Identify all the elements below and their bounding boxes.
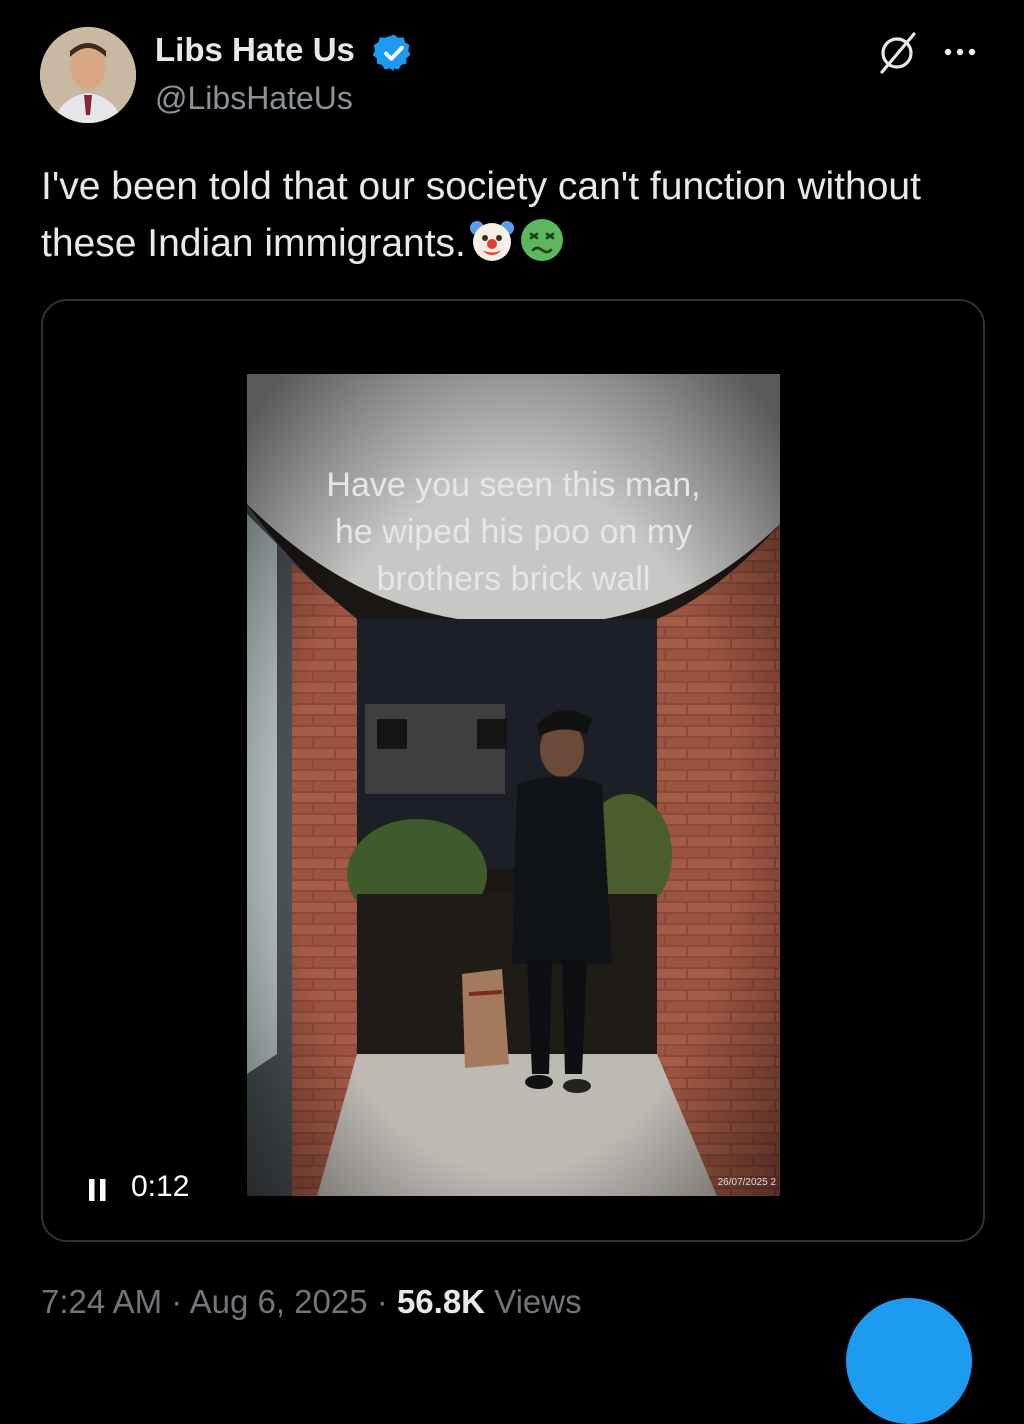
grok-icon[interactable] [874, 30, 920, 76]
avatar[interactable] [40, 27, 136, 123]
views-label[interactable]: Views [494, 1283, 581, 1320]
video-overlay-line: he wiped his poo on my [334, 513, 693, 551]
views-count[interactable]: 56.8K [397, 1283, 485, 1320]
video-overlay-line: brothers brick wall [376, 560, 651, 598]
author-handle[interactable]: @LibsHateUs [155, 80, 353, 117]
compose-fab-button[interactable] [846, 1298, 972, 1424]
tweet-text: I've been told that our society can't fu… [41, 158, 981, 272]
nauseated-face-icon [520, 219, 563, 261]
video-overlay-line: Have you seen this man, [326, 466, 701, 504]
video-frame[interactable]: Have you seen this man, he wiped his poo… [247, 374, 780, 1196]
video-media-card[interactable]: Have you seen this man, he wiped his poo… [41, 299, 985, 1242]
video-elapsed-time: 0:12 [131, 1170, 190, 1203]
meta-separator: · [376, 1283, 388, 1320]
meta-separator: · [171, 1283, 183, 1320]
tweet-meta: 7:24 AM · Aug 6, 2025 · 56.8K Views [41, 1283, 582, 1321]
more-icon[interactable] [940, 36, 980, 68]
clown-face-icon [469, 221, 514, 261]
video-date-stamp: 26/07/2025 2 [717, 1177, 776, 1188]
tweet-time[interactable]: 7:24 AM [41, 1283, 162, 1320]
video-overlay-caption: Have you seen this man, he wiped his poo… [247, 462, 780, 603]
verified-badge-icon [373, 34, 411, 72]
pause-icon[interactable] [87, 1177, 109, 1203]
author-display-name[interactable]: Libs Hate Us [155, 31, 355, 69]
tweet-date[interactable]: Aug 6, 2025 [190, 1283, 368, 1320]
